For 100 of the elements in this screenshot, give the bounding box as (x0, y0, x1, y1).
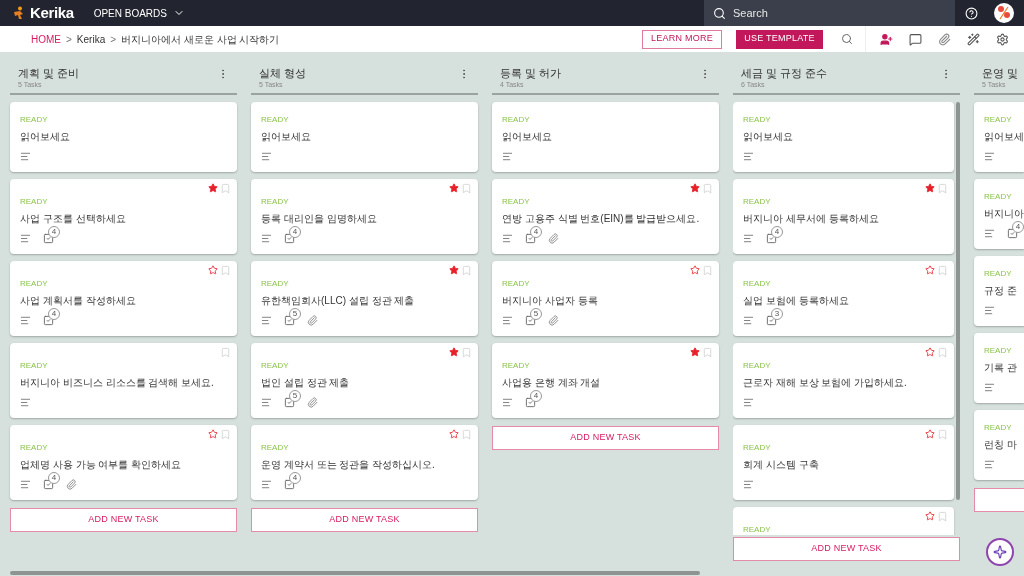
task-title: 버지니아 사업자 등록 (502, 294, 598, 308)
star-icon[interactable] (925, 347, 935, 357)
status-label: READY (984, 422, 1012, 434)
star-icon[interactable] (925, 511, 935, 521)
task-title: 런칭 마 (984, 438, 1017, 452)
breadcrumb-link[interactable]: HOME (31, 31, 61, 47)
logo-text: Kerika (30, 2, 74, 23)
task-card[interactable]: READY 사업 계획서를 작성하세요 4 (10, 261, 237, 336)
status-label: READY (261, 196, 289, 208)
task-card[interactable]: READY 사업용 은행 계좌 개설 4 (492, 343, 719, 418)
task-title: 읽어보세요 (743, 130, 793, 144)
breadcrumb-link[interactable]: Kerika (76, 31, 106, 47)
checklist-count: 5 (289, 308, 301, 320)
search-icon (713, 6, 726, 20)
assistant-button[interactable] (986, 538, 1014, 566)
task-card[interactable]: READY 버지니아 4 (974, 179, 1024, 249)
task-card[interactable]: READY 운영 계약서 또는 정관을 작성하십시오. 4 (251, 425, 478, 500)
status-label: READY (984, 191, 1012, 203)
task-card[interactable]: READY 버지니아 사업자 등록 5 (492, 261, 719, 336)
star-icon[interactable] (449, 183, 459, 193)
status-label: READY (502, 196, 530, 208)
use-template-button[interactable]: USE TEMPLATE (736, 29, 823, 49)
task-card[interactable]: READY 기록 관 (974, 333, 1024, 403)
breadcrumb-link[interactable]: 버지니아에서 새로운 사업 시작하기 (121, 31, 280, 47)
add-task-button[interactable] (974, 488, 1024, 512)
checklist-count: 5 (530, 308, 542, 320)
star-icon[interactable] (449, 429, 459, 439)
star-icon[interactable] (449, 347, 459, 357)
task-card[interactable]: READY 법인 설립 정관 제출 5 (251, 343, 478, 418)
add-task-button[interactable]: ADD NEW TASK (10, 508, 237, 532)
breadcrumb-separator: > (110, 32, 117, 47)
add-task-button[interactable]: ADD NEW TASK (492, 426, 719, 450)
column-title: 등록 및 허가 (500, 66, 562, 80)
open-boards-menu[interactable]: OPEN BOARDS (93, 5, 185, 21)
scrollbar[interactable] (956, 102, 960, 500)
horizontal-scrollbar[interactable] (10, 571, 700, 575)
checklist-count: 5 (289, 390, 301, 402)
task-card[interactable]: READY 읽어보세요 (251, 102, 478, 172)
task-card[interactable]: READY 업체명 사용 가능 여부를 확인하세요 4 (10, 425, 237, 500)
star-icon[interactable] (925, 429, 935, 439)
star-icon[interactable] (925, 265, 935, 275)
task-title: 회계 시스템 구축 (743, 458, 819, 472)
task-title: 버지니아 세무서에 등록하세요 (743, 212, 879, 226)
wand-icon[interactable] (967, 32, 980, 46)
task-card[interactable]: READY 회계 시스템 구축 (733, 425, 954, 500)
checklist-count: 4 (289, 226, 301, 238)
task-card[interactable]: READY 근로자 재해 보상 보험에 가입하세요. (733, 343, 954, 418)
star-icon[interactable] (690, 347, 700, 357)
task-card[interactable]: READY 읽어보세요 (733, 102, 954, 172)
star-icon[interactable] (449, 265, 459, 275)
add-member-icon[interactable] (880, 32, 893, 46)
star-icon[interactable] (925, 183, 935, 193)
star-icon[interactable] (208, 183, 218, 193)
settings-icon[interactable] (996, 32, 1009, 46)
task-title: 읽어보세요 (20, 130, 70, 144)
task-title: 유한책임회사(LLC) 설립 정관 제출 (261, 294, 415, 308)
status-label: READY (20, 114, 48, 126)
task-card[interactable]: READY 읽어보세요 (10, 102, 237, 172)
task-card[interactable]: READY 버지니아 세무서에 등록하세요 4 (733, 179, 954, 254)
task-card[interactable]: READY 런칭 마 (974, 410, 1024, 480)
checklist-count: 4 (530, 226, 542, 238)
task-title: 근로자 재해 보상 보험에 가입하세요. (743, 376, 907, 390)
task-title: 버지니아 비즈니스 리소스를 검색해 보세요. (20, 376, 214, 390)
checklist-icon (766, 315, 777, 326)
task-card[interactable]: READY 등록 대리인을 임명하세요 4 (251, 179, 478, 254)
help-icon[interactable] (965, 6, 978, 20)
avatar[interactable] (994, 3, 1014, 23)
task-title: 버지니아 (984, 207, 1024, 221)
task-title: 법인 설립 정관 제출 (261, 376, 350, 390)
column-title: 세금 및 규정 준수 (741, 66, 828, 80)
task-card[interactable]: READY 사업 구조를 선택하세요 4 (10, 179, 237, 254)
status-label: READY (261, 114, 289, 126)
checklist-icon (525, 233, 536, 244)
add-task-button[interactable]: ADD NEW TASK (733, 537, 960, 561)
status-label: READY (984, 114, 1012, 126)
checklist-icon (284, 479, 295, 490)
status-label: READY (20, 196, 48, 208)
task-card[interactable]: READY 규정 준 (974, 256, 1024, 326)
task-title: 읽어보세요 (502, 130, 552, 144)
status-label: READY (743, 360, 771, 372)
task-card[interactable]: READY 유한책임회사(LLC) 설립 정관 제출 5 (251, 261, 478, 336)
task-card[interactable]: READY 버지니아 비즈니스 리소스를 검색해 보세요. (10, 343, 237, 418)
star-icon[interactable] (690, 265, 700, 275)
learn-more-button[interactable]: LEARN MORE (642, 29, 722, 49)
task-card[interactable]: READY 읽어보세요 (492, 102, 719, 172)
chat-icon[interactable] (909, 32, 922, 46)
task-title: 실업 보험에 등록하세요 (743, 294, 849, 308)
search-icon[interactable] (841, 33, 853, 45)
search-field[interactable]: Search (733, 4, 933, 22)
search-bar[interactable]: Search (704, 0, 955, 26)
add-task-button[interactable]: ADD NEW TASK (251, 508, 478, 532)
star-icon[interactable] (208, 429, 218, 439)
attachment-icon[interactable] (938, 32, 951, 46)
star-icon[interactable] (208, 265, 218, 275)
star-icon[interactable] (690, 183, 700, 193)
status-label: READY (743, 114, 771, 126)
logo-icon (12, 6, 26, 20)
task-card[interactable]: READY 연방 고용주 식별 번호(EIN)를 발급받으세요. 4 (492, 179, 719, 254)
task-card[interactable]: READY 실업 보험에 등록하세요 3 (733, 261, 954, 336)
task-card[interactable]: READY 읽어보세 (974, 102, 1024, 172)
